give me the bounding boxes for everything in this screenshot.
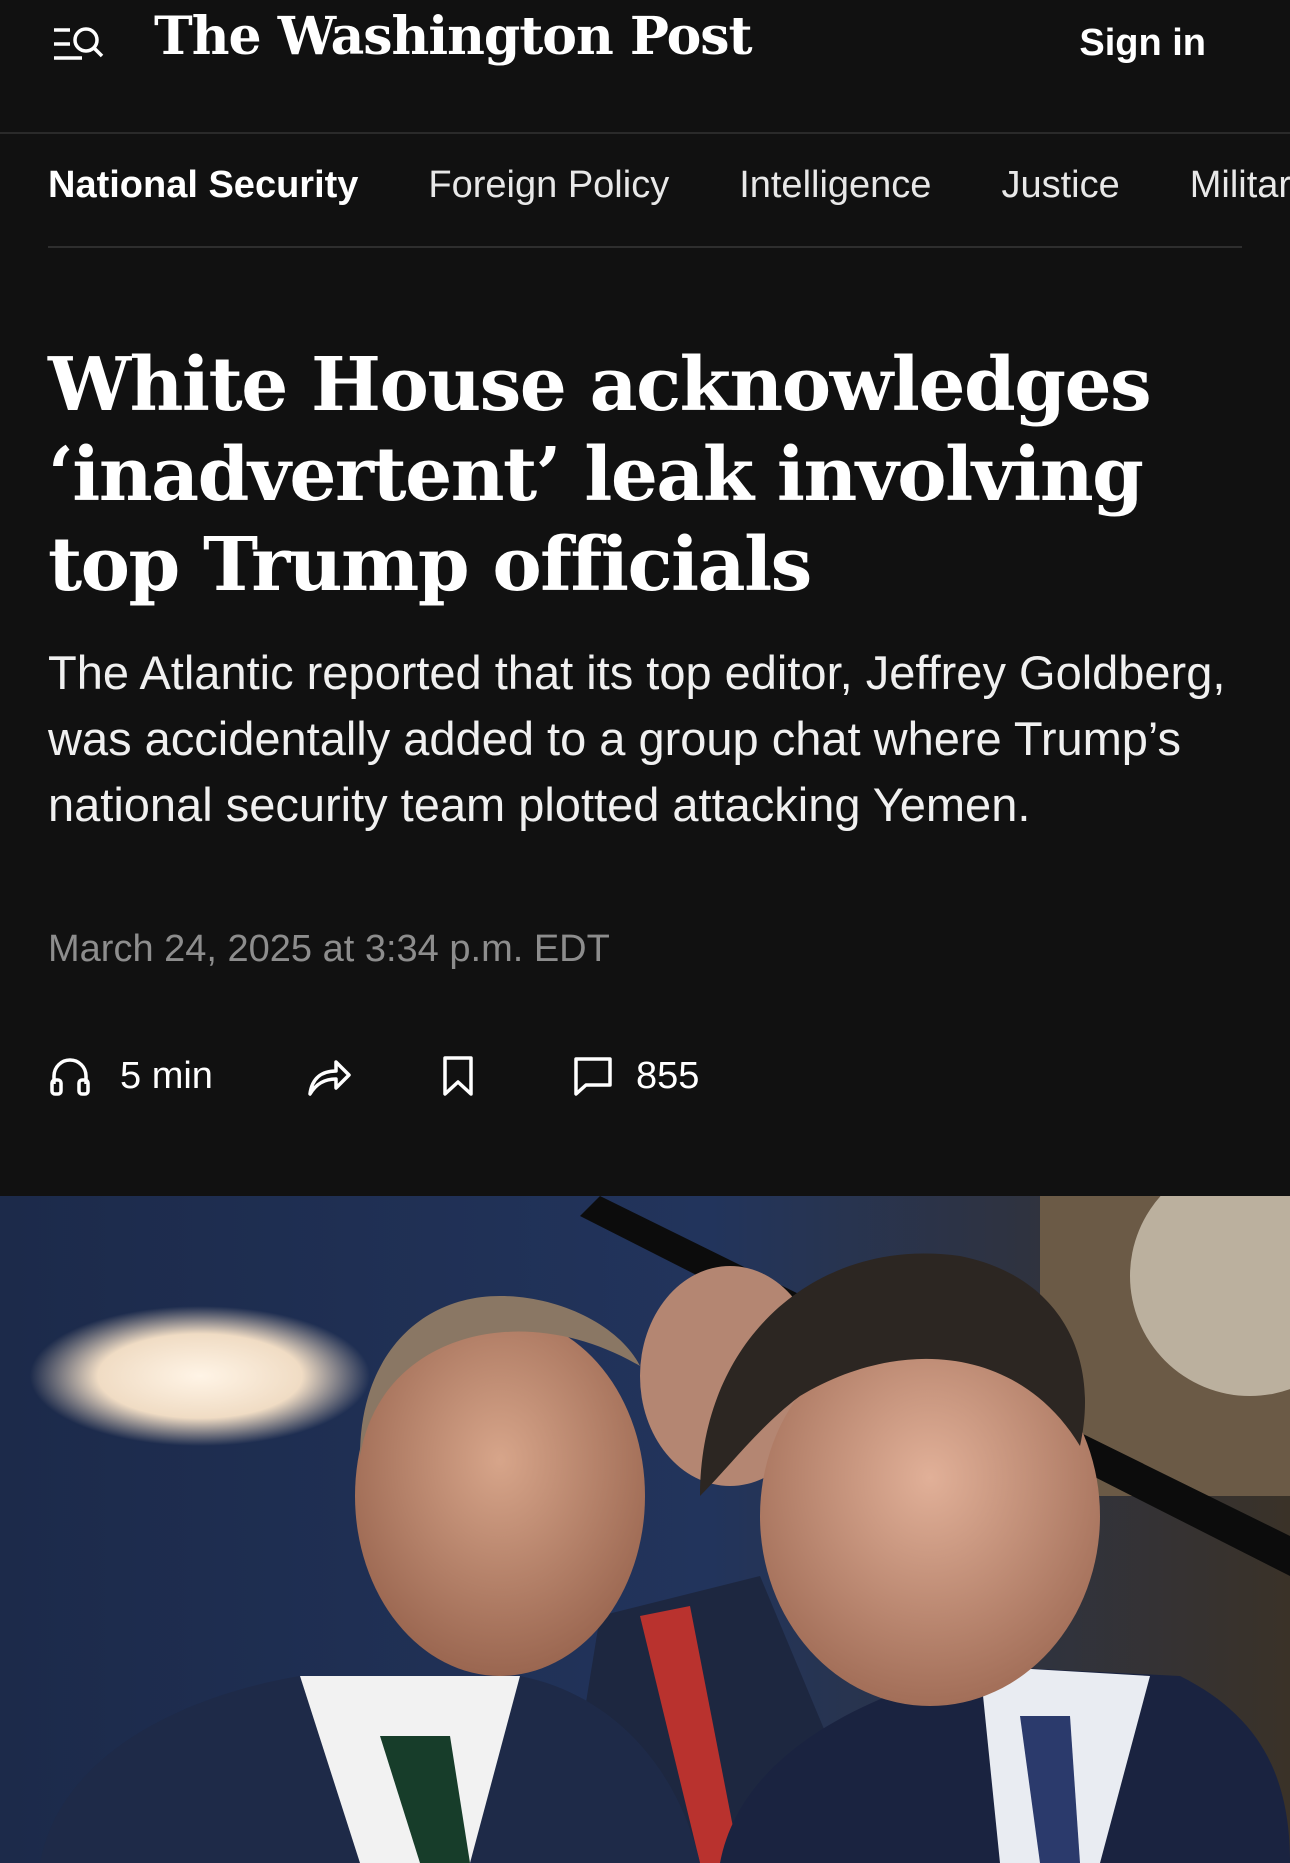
comment-icon	[574, 1057, 612, 1096]
publish-timestamp: March 24, 2025 at 3:34 p.m. EDT	[48, 928, 610, 970]
nav-item-foreign-policy[interactable]: Foreign Policy	[428, 164, 669, 207]
bookmark-button[interactable]	[440, 1046, 476, 1106]
bookmark-icon	[443, 1056, 473, 1096]
share-icon	[308, 1060, 351, 1096]
lead-photo-illustration	[0, 1196, 1290, 1863]
comments-count: 855	[636, 1054, 700, 1097]
article-actions: 5 min 855	[48, 1046, 848, 1106]
article-dek: The Atlantic reported that its top edito…	[48, 646, 1226, 831]
listen-duration: 5 min	[120, 1054, 213, 1097]
site-logo[interactable]: The Washington Post	[154, 6, 753, 67]
comments-button[interactable]: 855	[572, 1046, 699, 1106]
menu-search-icon	[54, 27, 104, 60]
nav-item-intelligence[interactable]: Intelligence	[739, 164, 931, 207]
menu-search-button[interactable]	[52, 24, 104, 68]
article-headline: White House acknowledges ‘inadvertent’ l…	[48, 342, 1152, 608]
nav-item-military[interactable]: Military	[1190, 164, 1290, 207]
top-bar: The Washington Post Sign in	[0, 0, 1290, 134]
listen-button[interactable]: 5 min	[48, 1046, 213, 1106]
nav-item-national-security[interactable]: National Security	[48, 164, 358, 207]
nav-divider	[48, 246, 1242, 248]
section-nav: National Security Foreign Policy Intellige…	[0, 134, 1290, 248]
nav-item-justice[interactable]: Justice	[1001, 164, 1119, 207]
sign-in-link[interactable]: Sign in	[1079, 22, 1206, 65]
share-button[interactable]	[306, 1046, 352, 1106]
lead-photo	[0, 1196, 1290, 1863]
headphones-icon	[50, 1058, 90, 1096]
